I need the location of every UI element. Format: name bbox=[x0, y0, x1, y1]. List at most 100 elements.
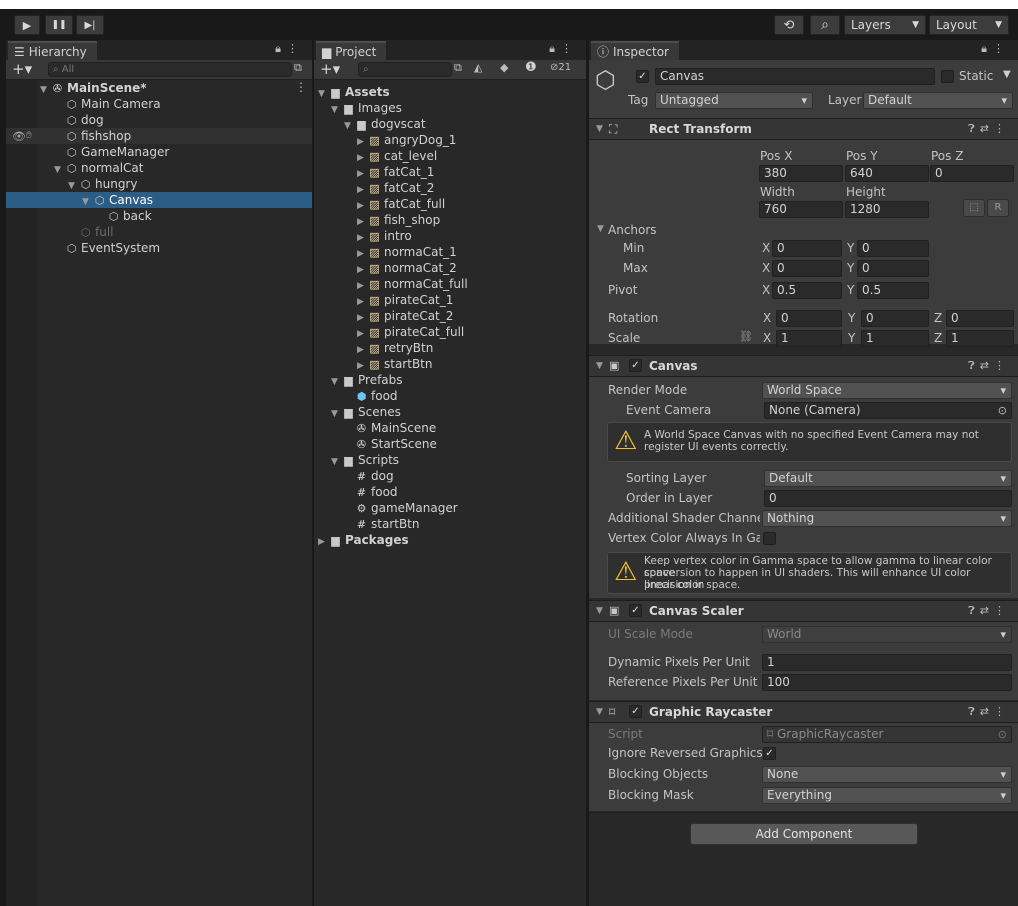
graphic-raycaster-header[interactable]: ▼ ⌑ ✓ Graphic Raycaster ❓︎⇄⋮ bbox=[589, 701, 1018, 723]
search-scope-icon[interactable]: ⧉ bbox=[454, 61, 462, 75]
vertex-color-gamma-checkbox[interactable] bbox=[763, 532, 776, 545]
preset-icon[interactable]: ⇄ bbox=[980, 705, 994, 718]
anchors-foldout-icon[interactable]: ▼ bbox=[597, 224, 604, 234]
tab-hierarchy[interactable]: ☰ Hierarchy bbox=[8, 41, 97, 60]
ignore-reversed-checkbox[interactable]: ✓ bbox=[763, 747, 776, 760]
project-item[interactable]: ▶ ▨ startBtn bbox=[314, 356, 586, 372]
lock-icon[interactable]: 🔒︎ bbox=[981, 42, 993, 55]
kebab-menu-icon[interactable]: ⋮ bbox=[993, 42, 1010, 55]
canvas-scaler-enabled-checkbox[interactable]: ✓ bbox=[629, 604, 642, 617]
shader-channels-dropdown[interactable]: Nothing bbox=[762, 510, 1012, 527]
rotation-y-field[interactable]: 0 bbox=[861, 310, 929, 327]
foldout-arrow-icon[interactable]: ▼ bbox=[596, 119, 603, 139]
project-item[interactable]: ▶ ▨ retryBtn bbox=[314, 340, 586, 356]
tab-project[interactable]: ▆ Project bbox=[316, 41, 387, 60]
hierarchy-item[interactable]: ⬡ back bbox=[6, 208, 312, 224]
event-camera-field[interactable]: None (Camera) ⊙ bbox=[764, 402, 1012, 419]
preset-icon[interactable]: ⇄ bbox=[980, 122, 994, 135]
posx-field[interactable]: 380 bbox=[759, 165, 843, 182]
pickable-hand-icon[interactable]: ✋︎ bbox=[26, 130, 32, 141]
project-item[interactable]: ▶ ▨ intro bbox=[314, 228, 586, 244]
canvas-component-header[interactable]: ▼ ▣ ✓ Canvas ❓︎⇄⋮ bbox=[589, 355, 1018, 377]
project-item[interactable]: ▶ ▨ cat_level bbox=[314, 148, 586, 164]
search-button[interactable]: ⌕ bbox=[810, 15, 840, 35]
collapsed-arrow-icon[interactable]: ▶ bbox=[318, 534, 329, 550]
order-in-layer-field[interactable]: 0 bbox=[764, 490, 1012, 507]
project-item[interactable]: ⚙ gameManager bbox=[314, 500, 586, 516]
visibility-eye-icon[interactable]: 👁︎ bbox=[12, 130, 26, 143]
gameobject-cube-icon[interactable]: ⬡ bbox=[595, 66, 616, 94]
render-mode-dropdown[interactable]: World Space bbox=[762, 382, 1012, 399]
project-item[interactable]: ▼ ▆ dogvscat bbox=[314, 116, 586, 132]
project-item[interactable]: ▶ ▨ normaCat_2 bbox=[314, 260, 586, 276]
project-item[interactable]: ▶ ▆ Packages bbox=[314, 532, 586, 548]
hierarchy-item[interactable]: ⬡ full bbox=[6, 224, 312, 240]
hidden-packages-toggle[interactable]: ⊘21 bbox=[550, 62, 571, 73]
static-checkbox[interactable] bbox=[941, 70, 954, 83]
hierarchy-item[interactable]: ▼ ⬡ Canvas bbox=[6, 192, 312, 208]
height-field[interactable]: 1280 bbox=[845, 201, 929, 218]
raycaster-enabled-checkbox[interactable]: ✓ bbox=[629, 705, 642, 718]
project-item[interactable]: ▶ ▨ angryDog_1 bbox=[314, 132, 586, 148]
foldout-arrow-icon[interactable]: ▼ bbox=[596, 356, 603, 376]
pause-button[interactable]: ❚❚ bbox=[45, 15, 73, 35]
help-icon[interactable]: ❓︎ bbox=[968, 705, 980, 718]
layers-dropdown[interactable]: Layers ▼ bbox=[844, 15, 926, 35]
project-item[interactable]: ▶ ▨ fatCat_2 bbox=[314, 180, 586, 196]
width-field[interactable]: 760 bbox=[759, 201, 843, 218]
scale-x-field[interactable]: 1 bbox=[776, 330, 842, 347]
project-item[interactable]: ⬢ food bbox=[314, 388, 586, 404]
layout-dropdown[interactable]: Layout ▼ bbox=[929, 15, 1009, 35]
constrain-proportions-icon[interactable]: ⛓ bbox=[739, 330, 753, 343]
layer-dropdown[interactable]: Default bbox=[863, 92, 1013, 109]
blocking-mask-dropdown[interactable]: Everything bbox=[762, 787, 1012, 804]
blocking-objects-dropdown[interactable]: None bbox=[762, 766, 1012, 783]
hierarchy-item[interactable]: ⬡ dog bbox=[6, 112, 312, 128]
tab-inspector[interactable]: ⓘ Inspector bbox=[591, 41, 679, 60]
project-item[interactable]: ✇ StartScene bbox=[314, 436, 586, 452]
kebab-menu-icon[interactable]: ⋮ bbox=[994, 122, 1010, 135]
hierarchy-item[interactable]: ⬡ fishshop bbox=[6, 128, 312, 144]
filter-label-icon[interactable]: ◆ bbox=[500, 61, 508, 74]
tag-dropdown[interactable]: Untagged bbox=[655, 92, 813, 109]
kebab-menu-icon[interactable]: ⋮ bbox=[994, 705, 1010, 718]
canvas-enabled-checkbox[interactable]: ✓ bbox=[629, 359, 642, 372]
posz-field[interactable]: 0 bbox=[930, 165, 1014, 182]
pivot-y-field[interactable]: 0.5 bbox=[857, 282, 929, 299]
undo-history-button[interactable]: ⟲ bbox=[774, 15, 804, 35]
lock-icon[interactable]: 🔒︎ bbox=[275, 42, 287, 55]
rotation-z-field[interactable]: 0 bbox=[946, 310, 1014, 327]
object-picker-icon[interactable]: ⊙ bbox=[998, 403, 1007, 418]
raw-edit-button[interactable]: R bbox=[987, 199, 1009, 217]
scene-menu-icon[interactable]: ⋮ bbox=[295, 80, 307, 94]
project-item[interactable]: ✇ MainScene bbox=[314, 420, 586, 436]
project-item[interactable]: ▼ ▆ Prefabs bbox=[314, 372, 586, 388]
project-item[interactable]: # startBtn bbox=[314, 516, 586, 532]
pivot-x-field[interactable]: 0.5 bbox=[772, 282, 842, 299]
lock-icon[interactable]: 🔒︎ bbox=[549, 42, 561, 55]
help-icon[interactable]: ❓︎ bbox=[968, 359, 980, 372]
project-item[interactable]: ▶ ▨ pirateCat_full bbox=[314, 324, 586, 340]
add-component-button[interactable]: Add Component bbox=[690, 823, 918, 845]
project-item[interactable]: ▶ ▨ fatCat_1 bbox=[314, 164, 586, 180]
preset-icon[interactable]: ⇄ bbox=[980, 359, 994, 372]
scene-visibility-icon[interactable]: ⧉ bbox=[294, 61, 302, 75]
foldout-arrow-icon[interactable]: ▼ bbox=[596, 702, 603, 722]
hierarchy-search-input[interactable]: ⌕ All bbox=[48, 62, 292, 77]
project-item[interactable]: ▶ ▨ fish_shop bbox=[314, 212, 586, 228]
filter-type-icon[interactable]: ◭ bbox=[474, 61, 482, 74]
step-button[interactable]: ▶| bbox=[76, 15, 104, 35]
project-item[interactable]: ▶ ▨ pirateCat_2 bbox=[314, 308, 586, 324]
project-item[interactable]: ▼ ▆ Scenes bbox=[314, 404, 586, 420]
kebab-menu-icon[interactable]: ⋮ bbox=[561, 42, 578, 55]
hierarchy-item[interactable]: ⬡ Main Camera bbox=[6, 96, 312, 112]
project-item[interactable]: # dog bbox=[314, 468, 586, 484]
dynamic-pixels-field[interactable]: 1 bbox=[762, 654, 1012, 671]
anchor-min-x-field[interactable]: 0 bbox=[772, 240, 842, 257]
foldout-arrow-icon[interactable]: ▼ bbox=[596, 601, 603, 621]
preset-icon[interactable]: ⇄ bbox=[980, 604, 994, 617]
help-icon[interactable]: ❓︎ bbox=[968, 604, 980, 617]
rect-transform-header[interactable]: ▼ ⛶ Rect Transform ❓︎⇄⋮ bbox=[589, 118, 1018, 140]
object-name-field[interactable]: Canvas bbox=[655, 68, 935, 85]
project-item[interactable]: ▼ ▆ Images bbox=[314, 100, 586, 116]
